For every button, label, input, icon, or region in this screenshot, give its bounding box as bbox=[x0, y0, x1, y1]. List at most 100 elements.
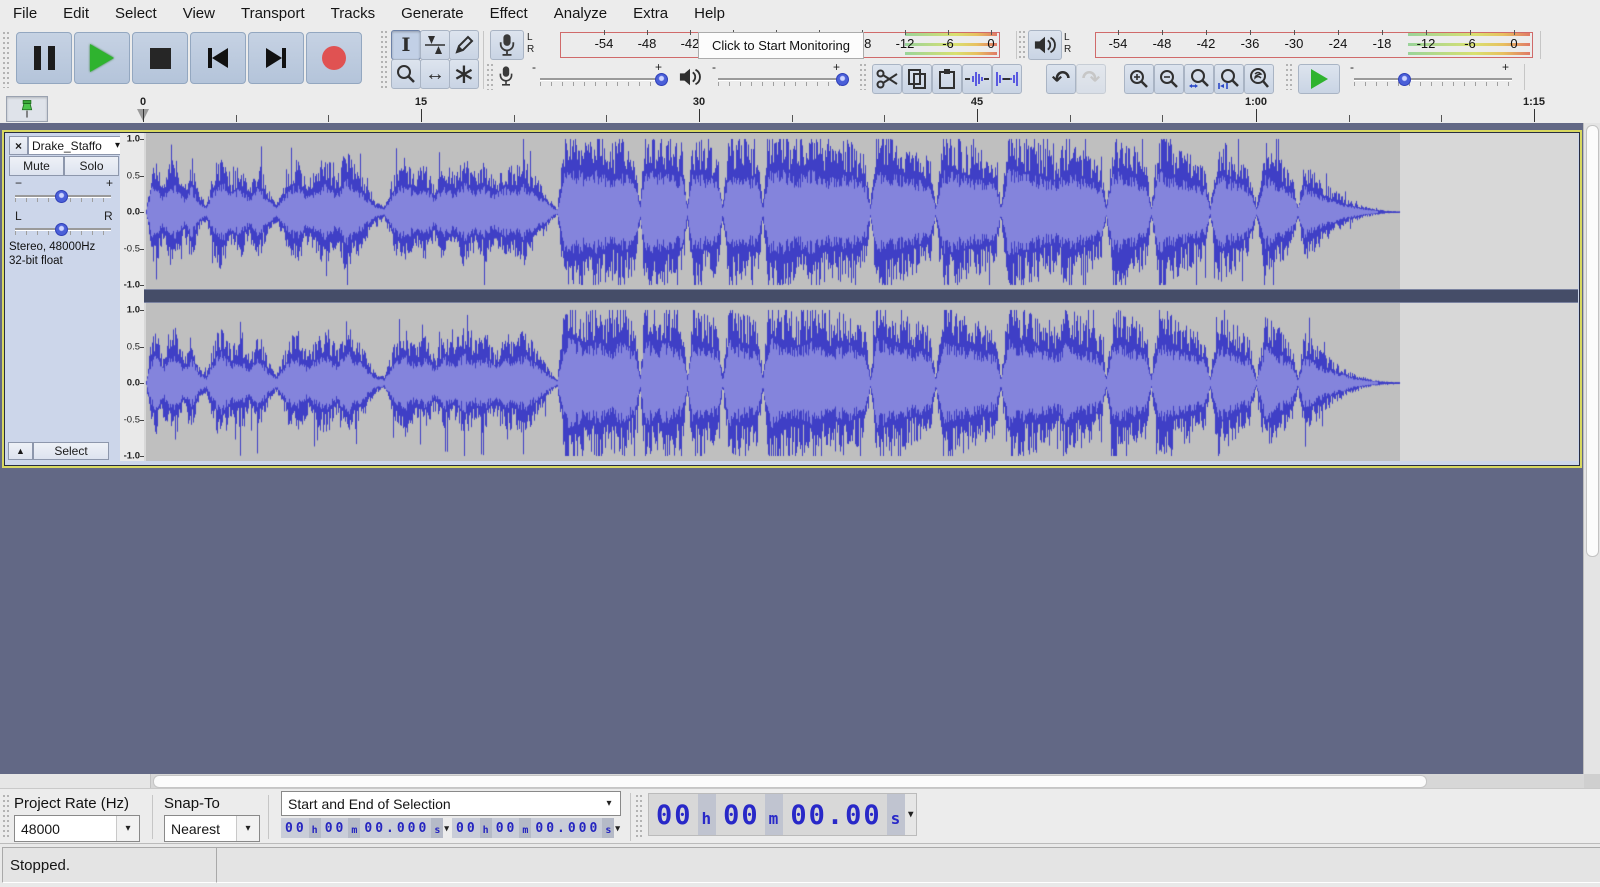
playback-speed-thumb[interactable] bbox=[1398, 73, 1411, 86]
paste-button[interactable] bbox=[932, 64, 962, 94]
time-unit[interactable]: h bbox=[480, 818, 492, 838]
snap-to-combo[interactable]: Nearest▾ bbox=[164, 815, 260, 842]
draw-tool-button[interactable] bbox=[449, 30, 479, 60]
time-digits[interactable]: 00.00 bbox=[783, 794, 886, 835]
recording-volume-thumb[interactable] bbox=[655, 73, 668, 86]
playback-volume-slider[interactable] bbox=[718, 78, 846, 81]
recording-meter[interactable]: Click to Start Monitoring -54-48-42-36-3… bbox=[545, 30, 1000, 58]
menu-select[interactable]: Select bbox=[102, 0, 170, 28]
time-format-arrow-icon[interactable]: ▾ bbox=[443, 818, 449, 838]
time-unit[interactable]: s bbox=[431, 818, 443, 838]
horizontal-scrollbar[interactable] bbox=[0, 774, 1600, 788]
menu-generate[interactable]: Generate bbox=[388, 0, 477, 28]
redo-button[interactable]: ↷ bbox=[1076, 64, 1106, 94]
audio-track[interactable]: × Drake_Staffo▾ Mute Solo − + L R Stereo… bbox=[2, 130, 1582, 468]
time-digits[interactable]: 00 bbox=[716, 794, 765, 835]
menu-help[interactable]: Help bbox=[681, 0, 738, 28]
undo-button[interactable]: ↶ bbox=[1046, 64, 1076, 94]
record-meter-mic-button[interactable] bbox=[490, 30, 524, 60]
menu-effect[interactable]: Effect bbox=[477, 0, 541, 28]
transport-toolbar-grip[interactable] bbox=[3, 32, 10, 88]
vertical-scrollbar[interactable] bbox=[1583, 123, 1600, 774]
selection-start-field[interactable]: 00h00m00.000s▾ bbox=[281, 818, 449, 838]
silence-audio-button[interactable] bbox=[992, 64, 1022, 94]
mixer-toolbar-grip[interactable] bbox=[487, 64, 494, 90]
time-digits[interactable]: 00 bbox=[321, 818, 349, 838]
play-button[interactable] bbox=[74, 32, 130, 84]
menu-tracks[interactable]: Tracks bbox=[318, 0, 388, 28]
track-close-button[interactable]: × bbox=[9, 136, 28, 155]
pause-button[interactable] bbox=[16, 32, 72, 84]
time-unit[interactable]: h bbox=[698, 794, 717, 835]
tools-toolbar-grip[interactable] bbox=[381, 31, 388, 89]
vertical-scale-ruler[interactable]: 1.00.50.0-0.5-1.01.00.50.0-0.5-1.0 bbox=[120, 133, 145, 461]
gain-slider-thumb[interactable] bbox=[55, 190, 68, 203]
time-digits[interactable]: 00.000 bbox=[360, 818, 431, 838]
selection-tool-button[interactable]: I bbox=[391, 30, 421, 60]
time-digits[interactable]: 00 bbox=[452, 818, 480, 838]
playback-meter[interactable]: -54-48-42-36-30-24-18-12-60 bbox=[1082, 30, 1534, 58]
selection-toolbar-grip[interactable] bbox=[3, 795, 10, 839]
track-select-button[interactable]: Select bbox=[33, 442, 109, 460]
time-unit[interactable]: m bbox=[519, 818, 531, 838]
time-format-arrow-icon[interactable]: ▾ bbox=[614, 818, 620, 838]
playback-volume-thumb[interactable] bbox=[836, 73, 849, 86]
multi-tool-button[interactable]: ∗ bbox=[449, 59, 479, 89]
zoom-toggle-button[interactable] bbox=[1244, 64, 1274, 94]
track-name-menu[interactable]: Drake_Staffo▾ bbox=[28, 136, 123, 155]
recording-volume-slider[interactable] bbox=[540, 78, 668, 81]
track-collapse-button[interactable]: ▲ bbox=[8, 442, 33, 460]
selection-end-field[interactable]: 00h00m00.000s▾ bbox=[452, 818, 620, 838]
waveform-area[interactable] bbox=[144, 133, 1578, 461]
pan-slider-thumb[interactable] bbox=[55, 223, 68, 236]
edit-toolbar-grip[interactable] bbox=[860, 64, 867, 90]
horizontal-scrollbar-thumb[interactable] bbox=[153, 775, 1427, 788]
time-digits[interactable]: 00.000 bbox=[531, 818, 602, 838]
time-digits[interactable]: 00 bbox=[492, 818, 520, 838]
mute-button[interactable]: Mute bbox=[9, 156, 64, 176]
zoom-tool-button[interactable] bbox=[391, 59, 421, 89]
channel-separator[interactable] bbox=[144, 289, 1578, 303]
time-unit[interactable]: m bbox=[348, 818, 360, 838]
play-at-speed-button[interactable] bbox=[1298, 64, 1340, 94]
play-at-speed-toolbar-grip[interactable] bbox=[1286, 64, 1293, 90]
playback-meter-grip[interactable] bbox=[1019, 31, 1026, 59]
audio-position-display[interactable]: 00h00m00.00s▾ bbox=[648, 793, 917, 836]
menu-transport[interactable]: Transport bbox=[228, 0, 318, 28]
time-unit[interactable]: m bbox=[765, 794, 784, 835]
monitoring-tooltip[interactable]: Click to Start Monitoring bbox=[698, 32, 864, 59]
menu-analyze[interactable]: Analyze bbox=[541, 0, 620, 28]
skip-to-start-button[interactable] bbox=[190, 32, 246, 84]
record-button[interactable] bbox=[306, 32, 362, 84]
timeline-ruler[interactable]: 01530451:001:15 bbox=[0, 94, 1600, 124]
time-digits[interactable]: 00 bbox=[649, 794, 698, 835]
trim-audio-button[interactable] bbox=[962, 64, 992, 94]
zoom-in-button[interactable] bbox=[1124, 64, 1154, 94]
skip-to-end-button[interactable] bbox=[248, 32, 304, 84]
stop-button[interactable] bbox=[132, 32, 188, 84]
time-unit[interactable]: s bbox=[602, 818, 614, 838]
time-unit[interactable]: s bbox=[887, 794, 906, 835]
zoom-fit-button[interactable] bbox=[1214, 64, 1244, 94]
selection-mode-combo[interactable]: Start and End of Selection▾ bbox=[281, 791, 621, 816]
copy-button[interactable] bbox=[902, 64, 932, 94]
zoom-selection-button[interactable] bbox=[1184, 64, 1214, 94]
time-unit[interactable]: h bbox=[309, 818, 321, 838]
playback-meter-speaker-button[interactable] bbox=[1028, 30, 1062, 60]
vertical-scrollbar-thumb[interactable] bbox=[1586, 125, 1599, 557]
track-workspace[interactable]: × Drake_Staffo▾ Mute Solo − + L R Stereo… bbox=[0, 123, 1600, 774]
solo-button[interactable]: Solo bbox=[64, 156, 119, 176]
project-rate-combo[interactable]: 48000▾ bbox=[14, 815, 140, 842]
playback-speed-slider[interactable] bbox=[1354, 78, 1512, 81]
timeline-options-button[interactable] bbox=[6, 96, 48, 122]
menu-file[interactable]: File bbox=[0, 0, 50, 28]
menu-view[interactable]: View bbox=[170, 0, 228, 28]
menu-edit[interactable]: Edit bbox=[50, 0, 102, 28]
time-format-arrow-icon[interactable]: ▾ bbox=[905, 794, 916, 835]
envelope-tool-button[interactable] bbox=[420, 30, 450, 60]
time-shift-tool-button[interactable]: ↔ bbox=[420, 59, 450, 89]
zoom-out-button[interactable] bbox=[1154, 64, 1184, 94]
menu-extra[interactable]: Extra bbox=[620, 0, 681, 28]
time-toolbar-grip[interactable] bbox=[636, 795, 643, 839]
time-digits[interactable]: 00 bbox=[281, 818, 309, 838]
